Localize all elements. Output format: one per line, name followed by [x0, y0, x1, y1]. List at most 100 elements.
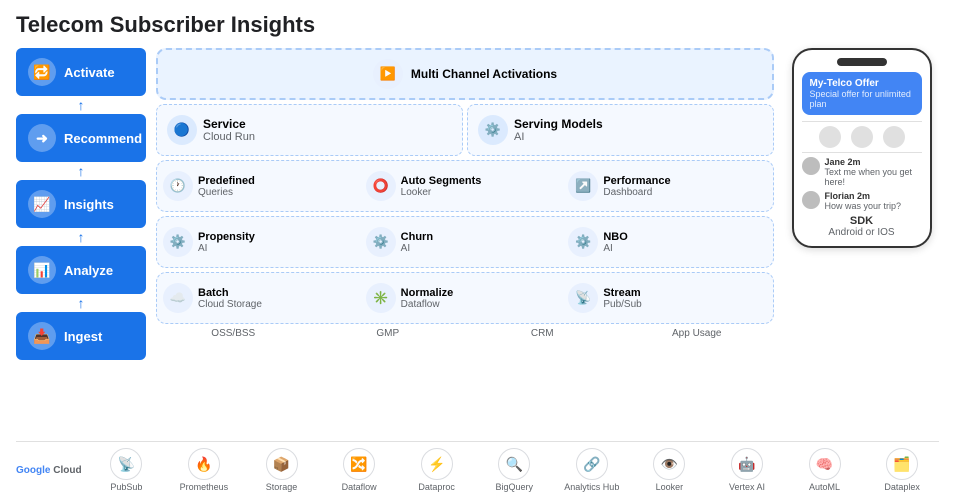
churn-label: Churn — [401, 231, 433, 243]
activate-button[interactable]: 🔁 Activate — [16, 48, 146, 96]
phone-divider-2 — [802, 152, 922, 153]
analyze-icon: 📊 — [28, 256, 56, 284]
auto-segments-label: Auto Segments — [401, 175, 482, 187]
dataplex-label: Dataplex — [884, 482, 920, 492]
prometheus-icon: 🔥 — [188, 448, 220, 480]
propensity-icon: ⚙️ — [163, 227, 193, 257]
multi-channel-box: ▶️ Multi Channel Activations — [156, 48, 774, 100]
churn-icon: ⚙️ — [366, 227, 396, 257]
analyze-label: Analyze — [64, 263, 113, 278]
phone-msg-2: Florian 2m How was your trip? — [802, 191, 922, 211]
predefined-label: Predefined — [198, 175, 255, 187]
service-icon: 🔵 — [167, 115, 197, 145]
storage-icon: 📦 — [266, 448, 298, 480]
predefined-sublabel: Queries — [198, 187, 255, 198]
bottom-icon-dataproc[interactable]: ⚡ Dataproc — [400, 448, 474, 492]
phone-body: My-Telco Offer Special offer for unlimit… — [792, 48, 932, 248]
analyze-row-container: ⚙️ Propensity AI ⚙️ Churn AI — [156, 216, 774, 268]
recommend-label: Recommend — [64, 131, 142, 146]
google-cloud-logo: Google Cloud — [16, 465, 82, 476]
arrow-up-1: ↑ — [16, 100, 146, 110]
serving-models-sublabel: AI — [514, 131, 603, 143]
bottom-icon-bigquery[interactable]: 🔍 BigQuery — [477, 448, 551, 492]
analyze-button[interactable]: 📊 Analyze — [16, 246, 146, 294]
stream-sublabel: Pub/Sub — [603, 299, 641, 310]
batch-label: Batch — [198, 287, 262, 299]
bottom-icon-dataplex[interactable]: 🗂️ Dataplex — [865, 448, 939, 492]
phone-notch — [837, 58, 887, 66]
service-sublabel: Cloud Run — [203, 131, 255, 143]
automl-icon: 🧠 — [809, 448, 841, 480]
storage-label: Storage — [266, 482, 298, 492]
source-label-appusage: App Usage — [620, 328, 775, 344]
service-text: Service Cloud Run — [203, 117, 255, 143]
bottom-icon-looker[interactable]: 👁️ Looker — [633, 448, 707, 492]
insights-icon: 📈 — [28, 190, 56, 218]
center-diagram: ▶️ Multi Channel Activations 🔵 Service C… — [156, 48, 774, 437]
phone-msg-text-2: Florian 2m How was your trip? — [825, 191, 902, 211]
normalize-sublabel: Dataflow — [401, 299, 454, 310]
bottom-icon-storage[interactable]: 📦 Storage — [245, 448, 319, 492]
bottom-icon-prometheus[interactable]: 🔥 Prometheus — [167, 448, 241, 492]
row-ingest: ☁️ Batch Cloud Storage ✳️ Normalize Data… — [156, 272, 774, 324]
vertex-ai-icon: 🤖 — [731, 448, 763, 480]
predefined-icon: 🕐 — [163, 171, 193, 201]
insights-row-container: 🕐 Predefined Queries ⭕ Auto Segments Loo… — [156, 160, 774, 212]
bottom-icon-dataflow[interactable]: 🔀 Dataflow — [322, 448, 396, 492]
dataflow-icon: 🔀 — [343, 448, 375, 480]
multi-channel-icon: ▶️ — [373, 59, 403, 89]
bottom-icon-pubsub[interactable]: 📡 PubSub — [90, 448, 164, 492]
phone-avatar-2 — [802, 191, 820, 209]
dataplex-icon: 🗂️ — [886, 448, 918, 480]
recommend-button[interactable]: ➜ Recommend — [16, 114, 146, 162]
offer-sub: Special offer for unlimited plan — [810, 89, 914, 109]
auto-segments-box: ⭕ Auto Segments Looker — [366, 171, 565, 201]
bottom-icon-analytics-hub[interactable]: 🔗 Analytics Hub — [555, 448, 629, 492]
left-sidebar: 🔁 Activate ↑ ➜ Recommend ↑ 📈 Insights ↑ … — [16, 48, 146, 437]
msg-body-2: How was your trip? — [825, 201, 902, 211]
insights-button[interactable]: 📈 Insights — [16, 180, 146, 228]
main-container: Telecom Subscriber Insights 🔁 Activate ↑… — [0, 0, 955, 500]
page-title: Telecom Subscriber Insights — [16, 12, 939, 38]
phone-mockup: My-Telco Offer Special offer for unlimit… — [784, 48, 939, 437]
phone-divider-1 — [802, 121, 922, 122]
source-labels: OSS/BSS GMP CRM App Usage — [156, 328, 774, 344]
ingest-button[interactable]: 📥 Ingest — [16, 312, 146, 360]
performance-label: Performance — [603, 175, 670, 187]
bottom-icon-vertex-ai[interactable]: 🤖 Vertex AI — [710, 448, 784, 492]
activate-icon: 🔁 — [28, 58, 56, 86]
churn-box: ⚙️ Churn AI — [366, 227, 565, 257]
phone-os-label: Android or IOS — [802, 227, 922, 238]
vertex-ai-label: Vertex AI — [729, 482, 765, 492]
serving-models-icon: ⚙️ — [478, 115, 508, 145]
stream-label: Stream — [603, 287, 641, 299]
phone-circle-3 — [883, 126, 905, 148]
phone-sdk-label: SDK — [802, 215, 922, 227]
bottom-icon-automl[interactable]: 🧠 AutoML — [788, 448, 862, 492]
bigquery-icon: 🔍 — [498, 448, 530, 480]
phone-circle-1 — [819, 126, 841, 148]
propensity-sublabel: AI — [198, 243, 255, 254]
churn-sublabel: AI — [401, 243, 433, 254]
analytics-hub-icon: 🔗 — [576, 448, 608, 480]
phone-circle-2 — [851, 126, 873, 148]
offer-title: My-Telco Offer — [810, 78, 914, 89]
predefined-box: 🕐 Predefined Queries — [163, 171, 362, 201]
normalize-label: Normalize — [401, 287, 454, 299]
msg-name-2: Florian 2m — [825, 191, 902, 201]
serving-models-box: ⚙️ Serving Models AI — [467, 104, 774, 156]
stream-box: 📡 Stream Pub/Sub — [568, 283, 767, 313]
propensity-box: ⚙️ Propensity AI — [163, 227, 362, 257]
batch-icon: ☁️ — [163, 283, 193, 313]
row-insights: 🕐 Predefined Queries ⭕ Auto Segments Loo… — [156, 160, 774, 212]
msg-body-1: Text me when you get here! — [825, 167, 922, 187]
service-label: Service — [203, 117, 255, 131]
normalize-box: ✳️ Normalize Dataflow — [366, 283, 565, 313]
insights-label: Insights — [64, 197, 114, 212]
dataproc-label: Dataproc — [418, 482, 455, 492]
activate-label: Activate — [64, 65, 115, 80]
auto-segments-sublabel: Looker — [401, 187, 482, 198]
source-label-crm: CRM — [465, 328, 620, 344]
batch-sublabel: Cloud Storage — [198, 299, 262, 310]
phone-circles — [802, 126, 922, 148]
